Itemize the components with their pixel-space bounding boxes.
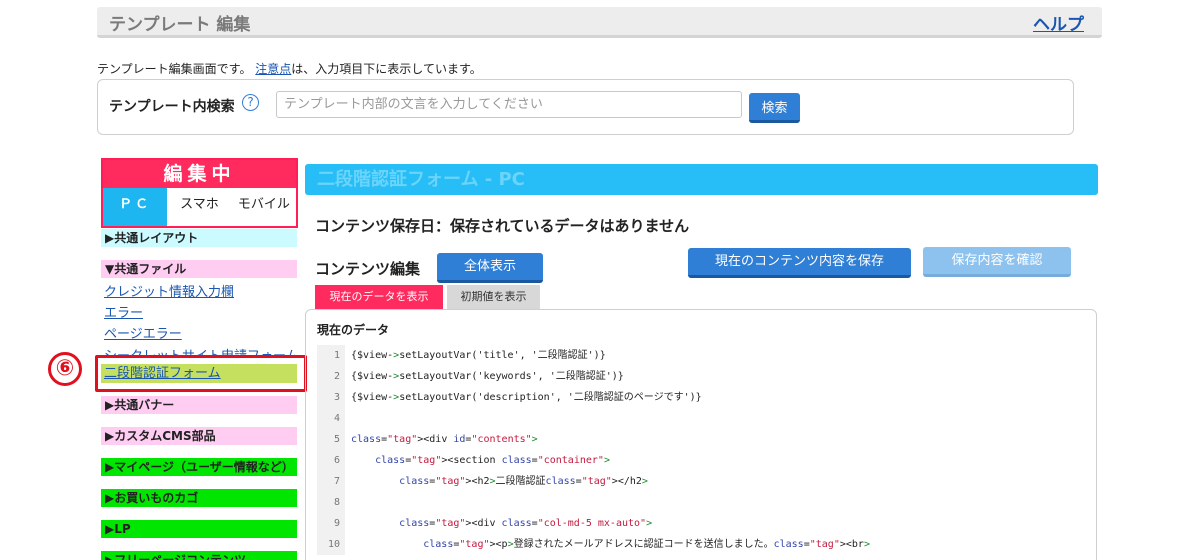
code-text[interactable]: [345, 492, 351, 513]
code-text[interactable]: {$view->setLayoutVar('description', '二段階…: [345, 387, 702, 408]
line-number: 9: [317, 513, 345, 534]
code-line[interactable]: 4: [317, 408, 1087, 429]
line-number: 6: [317, 450, 345, 471]
code-line[interactable]: 6 class="tag"><section class="container"…: [317, 450, 1087, 471]
template-search-panel: テンプレート内検索 ? 検索: [97, 79, 1074, 135]
nav-group-lp[interactable]: ▶LP: [101, 520, 297, 538]
code-line[interactable]: 9 class="tag"><div class="col-md-5 mx-au…: [317, 513, 1087, 534]
line-number: 3: [317, 387, 345, 408]
line-number: 8: [317, 492, 345, 513]
sidebar: 編集中 ＰＣ スマホ モバイル: [101, 158, 298, 228]
page-title: テンプレート 編集: [109, 15, 251, 35]
code-text[interactable]: class="tag"><div class="col-md-5 mx-auto…: [345, 513, 652, 534]
editing-panel: 編集中 ＰＣ スマホ モバイル: [101, 158, 298, 228]
save-content-button[interactable]: 現在のコンテンツ内容を保存: [688, 248, 911, 278]
nav-group-common-files[interactable]: ▼共通ファイル: [101, 260, 297, 278]
search-button[interactable]: 検索: [749, 93, 800, 123]
nav-group-custom-cms[interactable]: ▶カスタムCMS部品: [101, 427, 297, 445]
code-text[interactable]: {$view->setLayoutVar('title', '二段階認証')}: [345, 345, 606, 366]
line-number: 4: [317, 408, 345, 429]
search-input[interactable]: [276, 91, 742, 118]
show-all-button[interactable]: 全体表示: [437, 253, 543, 283]
intro-after: は、入力項目下に表示しています。: [291, 62, 482, 76]
code-editor[interactable]: 1 {$view->setLayoutVar('title', '二段階認証')}…: [317, 345, 1087, 555]
code-text[interactable]: class="tag"><p>登録されたメールアドレスに認証コードを送信しました…: [345, 534, 870, 555]
code-text[interactable]: class="tag"><section class="container">: [345, 450, 610, 471]
step-number-badge: ⑥: [48, 352, 82, 386]
code-text[interactable]: [345, 408, 351, 429]
line-number: 7: [317, 471, 345, 492]
code-text[interactable]: class="tag"><h2>二段階認証class="tag"></h2>: [345, 471, 648, 492]
page-header-bar: テンプレート 編集 ヘルプ: [97, 7, 1102, 38]
notes-link[interactable]: 注意点: [255, 62, 291, 76]
tab-pc[interactable]: ＰＣ: [103, 188, 168, 226]
nav-group-mypage[interactable]: ▶マイページ（ユーザー情報など）: [101, 458, 297, 476]
editing-label: 編集中: [103, 160, 296, 188]
line-number: 1: [317, 345, 345, 366]
nav-item-secret-site-form[interactable]: シークレットサイト申請フォーム: [104, 345, 299, 355]
question-help-icon[interactable]: ?: [242, 94, 259, 111]
code-line[interactable]: 5 class="tag"><div id="contents">: [317, 429, 1087, 450]
highlight-box: [95, 355, 307, 392]
search-label: テンプレート内検索: [109, 99, 235, 115]
code-caption: 現在のデータ: [317, 323, 390, 337]
code-line[interactable]: 1 {$view->setLayoutVar('title', '二段階認証')}: [317, 345, 1087, 366]
nav-group-common-layout[interactable]: ▶共通レイアウト: [101, 229, 297, 247]
code-text[interactable]: {$view->setLayoutVar('keywords', '二段階認証'…: [345, 366, 624, 387]
code-line[interactable]: 3 {$view->setLayoutVar('description', '二段…: [317, 387, 1087, 408]
confirm-saved-button[interactable]: 保存内容を確認: [923, 247, 1071, 277]
line-number: 5: [317, 429, 345, 450]
nav-group-cart[interactable]: ▶お買いものカゴ: [101, 489, 297, 507]
help-link[interactable]: ヘルプ: [1033, 10, 1084, 35]
nav-item-page-error[interactable]: ページエラー: [104, 323, 182, 342]
nav-group-common-banner[interactable]: ▶共通バナー: [101, 396, 297, 414]
device-tabs: ＰＣ スマホ モバイル: [103, 188, 296, 226]
saved-date-text: コンテンツ保存日：保存されているデータはありません: [315, 217, 690, 235]
code-line[interactable]: 7 class="tag"><h2>二段階認証class="tag"></h2>: [317, 471, 1087, 492]
code-line[interactable]: 8: [317, 492, 1087, 513]
code-text[interactable]: class="tag"><div id="contents">: [345, 429, 538, 450]
nav-group-free-page[interactable]: ▶フリーページコンテンツ: [101, 551, 297, 560]
nav-item-error[interactable]: エラー: [104, 302, 143, 321]
code-line[interactable]: 10 class="tag"><p>登録されたメールアドレスに認証コードを送信し…: [317, 534, 1087, 555]
tab-initial-value[interactable]: 初期値を表示: [447, 285, 540, 309]
tab-smartphone[interactable]: スマホ: [167, 188, 231, 226]
tab-current-data[interactable]: 現在のデータを表示: [315, 285, 443, 309]
intro-text: テンプレート編集画面です。 注意点は、入力項目下に表示しています。: [97, 60, 482, 77]
line-number: 2: [317, 366, 345, 387]
code-line[interactable]: 2 {$view->setLayoutVar('keywords', '二段階認証…: [317, 366, 1087, 387]
content-header: 二段階認証フォーム - PC: [305, 164, 1098, 195]
content-edit-heading: コンテンツ編集: [315, 260, 421, 278]
intro-before: テンプレート編集画面です。: [97, 62, 252, 76]
code-editor-panel: 現在のデータ 1 {$view->setLayoutVar('title', '二…: [305, 309, 1097, 560]
tab-mobile[interactable]: モバイル: [232, 188, 296, 226]
nav-item-credit-input[interactable]: クレジット情報入力欄: [104, 281, 234, 300]
line-number: 10: [317, 534, 345, 555]
